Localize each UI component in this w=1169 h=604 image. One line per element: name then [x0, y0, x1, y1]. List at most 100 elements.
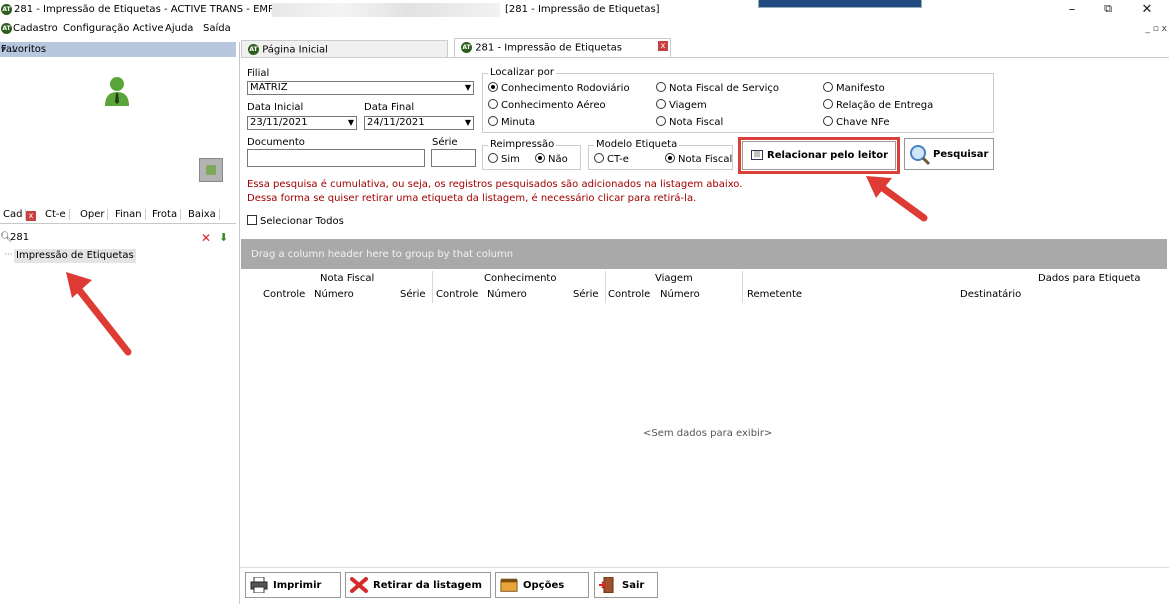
radio-modelo-cte[interactable]: CT-e	[594, 153, 629, 165]
data-final-value: 24/11/2021	[367, 117, 425, 128]
clear-search-icon[interactable]: ✕	[201, 231, 211, 245]
selecionar-todos-checkbox[interactable]: Selecionar Todos	[247, 215, 344, 227]
window-title: 281 - Impressão de Etiquetas - ACTIVE TR…	[14, 4, 304, 15]
close-window-icon[interactable]: ✕	[1137, 2, 1157, 17]
tab-pagina-inicial-label: Página Inicial	[262, 44, 328, 56]
band-viagem[interactable]: Viagem	[655, 273, 693, 284]
go-arrow-icon[interactable]: ⬇	[219, 231, 228, 244]
col-nf-controle[interactable]: Controle	[263, 289, 305, 300]
tab-oper[interactable]: Oper	[77, 209, 109, 220]
tab-frota[interactable]: Frota	[149, 209, 182, 220]
tab-baixa[interactable]: Baixa	[185, 209, 220, 220]
top-blue-button[interactable]	[758, 0, 922, 8]
window-subtitle: [281 - Impressão de Etiquetas]	[505, 4, 660, 15]
close-tab-icon[interactable]: x	[658, 41, 668, 51]
radio-chave-nfe[interactable]: Chave NFe	[823, 116, 890, 128]
pesquisar-label: Pesquisar	[933, 149, 989, 160]
radio-minuta[interactable]: Minuta	[488, 116, 535, 128]
band-dados-etiqueta[interactable]: Dados para Etiqueta	[1038, 273, 1140, 284]
radio-conhecimento-rodoviario[interactable]: Conhecimento Rodoviário	[488, 82, 630, 94]
radio-reimpressao-nao[interactable]: Não	[535, 153, 568, 165]
tab-cte[interactable]: Ct-e	[42, 209, 70, 220]
pin-icon[interactable]: ▾ ⊥	[1, 44, 230, 55]
exit-door-icon	[599, 577, 614, 593]
restore-icon[interactable]: ⧉	[1098, 2, 1118, 16]
radio-nota-fiscal[interactable]: Nota Fiscal	[656, 116, 723, 128]
retirar-listagem-button[interactable]: Retirar da listagem	[345, 572, 491, 598]
selecionar-todos-label: Selecionar Todos	[260, 216, 344, 227]
data-inicial-picker[interactable]: 23/11/2021 ▼	[247, 116, 357, 130]
filial-value: MATRIZ	[250, 82, 288, 93]
printer-icon	[250, 577, 268, 593]
radio-relacao-entrega[interactable]: Relação de Entrega	[823, 99, 933, 111]
col-ct-controle[interactable]: Controle	[436, 289, 478, 300]
chevron-down-icon: ▼	[464, 118, 471, 127]
opcoes-label: Opções	[523, 580, 565, 591]
user-icon	[105, 77, 129, 106]
menu-configuracao[interactable]: Configuração Active	[63, 23, 164, 34]
pesquisar-button[interactable]: Pesquisar	[904, 138, 994, 170]
col-nf-numero[interactable]: Número	[314, 289, 354, 300]
document-tabs: AT Página Inicial AT 281 - Impressão de …	[241, 38, 1169, 58]
tab-finan[interactable]: Finan	[112, 209, 146, 220]
panel-divider[interactable]	[239, 42, 240, 604]
minimize-icon[interactable]: –	[1062, 2, 1082, 17]
tab-logo-icon: AT	[461, 42, 472, 53]
annotation-arrow-left	[66, 272, 132, 356]
checkbox-box[interactable]	[247, 215, 257, 225]
menu-cadastro[interactable]: Cadastro	[13, 23, 58, 34]
warning-line-2: Dessa forma se quiser retirar uma etique…	[247, 193, 697, 204]
col-destinatario[interactable]: Destinatário	[960, 289, 1021, 300]
data-inicial-label: Data Inicial	[247, 102, 304, 113]
highlight-box	[738, 137, 900, 174]
favorites-header: Favoritos ▾ ⊥	[0, 42, 236, 57]
serie-label: Série	[432, 137, 458, 148]
group-by-panel[interactable]: Drag a column header here to group by th…	[241, 239, 1167, 269]
data-final-picker[interactable]: 24/11/2021 ▼	[364, 116, 474, 130]
tab-impressao-label: 281 - Impressão de Etiquetas	[475, 42, 622, 54]
menu-logo-icon: AT	[1, 23, 12, 34]
tree-item-impressao[interactable]: Impressão de Etiquetas	[14, 249, 136, 263]
col-nf-serie[interactable]: Série	[400, 289, 426, 300]
tab-logo-icon: AT	[248, 44, 259, 55]
radio-reimpressao-sim[interactable]: Sim	[488, 153, 520, 165]
sair-button[interactable]: Sair	[594, 572, 658, 598]
chevron-down-icon: ▼	[347, 118, 354, 127]
col-vg-numero[interactable]: Número	[660, 289, 700, 300]
left-module-tabs: Cad x Ct-e Oper Finan Frota Baixa	[0, 207, 236, 224]
delete-x-icon	[350, 577, 368, 593]
annotation-arrow-right	[866, 176, 928, 222]
sidebar-search[interactable]: 🔍︎ 281 ✕ ⬇	[0, 231, 236, 245]
tab-cad[interactable]: Cad	[0, 209, 27, 220]
tab-impressao-etiquetas[interactable]: AT 281 - Impressão de Etiquetas	[454, 38, 671, 58]
recycle-bin-icon[interactable]	[199, 158, 223, 182]
radio-conhecimento-aereo[interactable]: Conhecimento Aéreo	[488, 99, 606, 111]
band-conhecimento[interactable]: Conhecimento	[484, 273, 556, 284]
close-tab-icon[interactable]: x	[26, 211, 36, 221]
tree-connector: ···	[4, 250, 13, 260]
serie-input[interactable]	[431, 149, 476, 167]
opcoes-button[interactable]: Opções	[495, 572, 589, 598]
col-ct-numero[interactable]: Número	[487, 289, 527, 300]
radio-modelo-nota-fiscal[interactable]: Nota Fiscal	[665, 153, 732, 165]
col-vg-controle[interactable]: Controle	[608, 289, 650, 300]
grid-empty-text: <Sem dados para exibir>	[643, 428, 773, 439]
data-final-label: Data Final	[364, 102, 415, 113]
radio-viagem[interactable]: Viagem	[656, 99, 707, 111]
menu-ajuda[interactable]: Ajuda	[165, 23, 193, 34]
tab-pagina-inicial[interactable]: AT Página Inicial	[241, 40, 448, 58]
radio-nota-fiscal-servico[interactable]: Nota Fiscal de Serviço	[656, 82, 779, 94]
data-inicial-value: 23/11/2021	[250, 117, 308, 128]
band-nota-fiscal[interactable]: Nota Fiscal	[320, 273, 374, 284]
imprimir-button[interactable]: Imprimir	[245, 572, 341, 598]
col-ct-serie[interactable]: Série	[573, 289, 599, 300]
sidebar-search-input[interactable]: 281	[10, 232, 29, 243]
sair-label: Sair	[622, 580, 645, 591]
mdi-controls[interactable]: _ ▫ x	[1145, 24, 1167, 34]
group-hint: Drag a column header here to group by th…	[251, 249, 514, 260]
col-remetente[interactable]: Remetente	[747, 289, 802, 300]
filial-select[interactable]: MATRIZ ▼	[247, 81, 474, 95]
documento-input[interactable]	[247, 149, 425, 167]
menu-saida[interactable]: Saída	[203, 23, 231, 34]
radio-manifesto[interactable]: Manifesto	[823, 82, 885, 94]
